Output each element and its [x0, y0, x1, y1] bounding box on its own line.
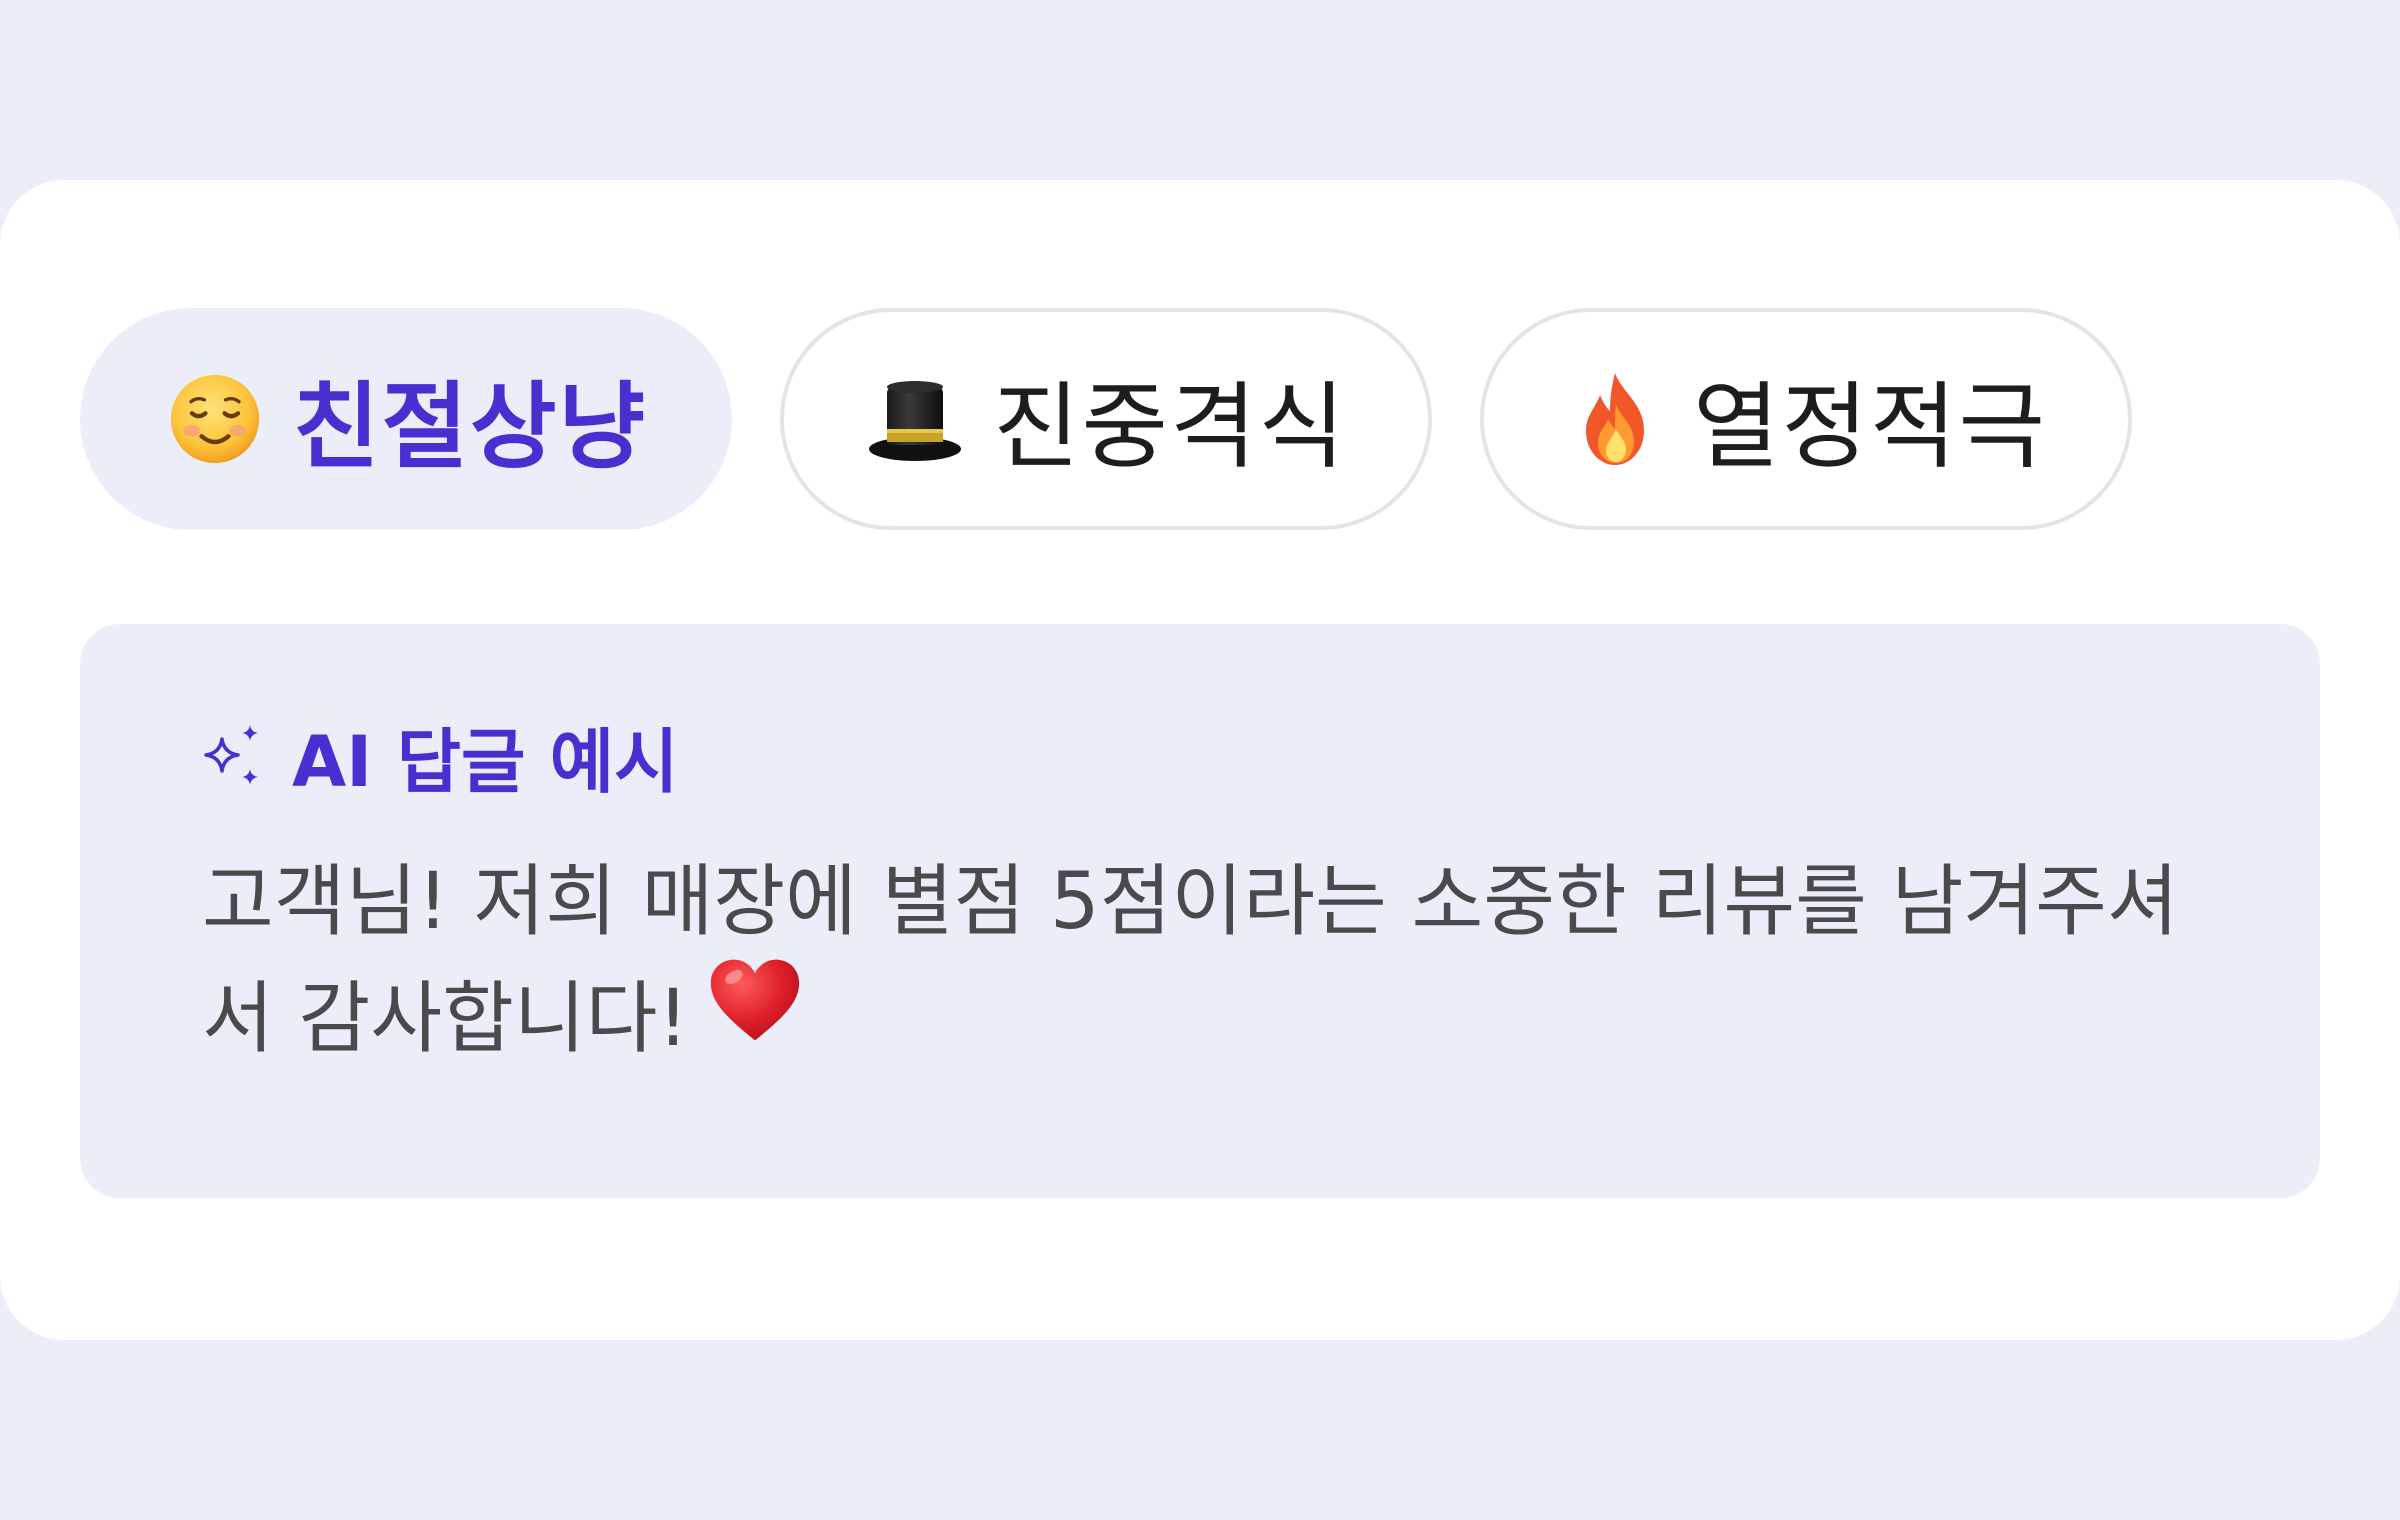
- tone-label-friendly: 친절상냥: [293, 373, 647, 482]
- tone-option-formal[interactable]: 진중격식: [780, 308, 1432, 530]
- tone-option-passionate[interactable]: 열정적극: [1480, 308, 2132, 530]
- example-title: AI 답글 예시: [292, 721, 679, 803]
- tone-label-passionate: 열정적극: [1693, 373, 2047, 482]
- heart-icon: [707, 955, 803, 1078]
- top-hat-icon: [865, 369, 965, 469]
- example-header: AI 답글 예시: [202, 706, 679, 807]
- tone-selector: 친절상냥 진중격식 열정적극: [80, 308, 2132, 530]
- example-reply-text: 고객님! 저희 매장에 별점 5점이라는 소중한 리뷰를 남겨주셔서 감사합니다…: [202, 844, 2192, 1078]
- sparkles-icon: [202, 723, 262, 791]
- example-reply-body: 고객님! 저희 매장에 별점 5점이라는 소중한 리뷰를 남겨주셔서 감사합니다…: [202, 857, 2179, 1064]
- tone-option-friendly[interactable]: 친절상냥: [80, 308, 732, 530]
- smiling-face-icon: [165, 369, 265, 469]
- fire-icon: [1565, 369, 1665, 469]
- tone-label-formal: 진중격식: [993, 373, 1347, 482]
- ai-reply-example: AI 답글 예시 고객님! 저희 매장에 별점 5점이라는 소중한 리뷰를 남겨…: [80, 624, 2320, 1198]
- tone-card: 친절상냥 진중격식 열정적극 AI 답글 예시 고객님! 저희 매장에 별점 5…: [0, 180, 2400, 1340]
